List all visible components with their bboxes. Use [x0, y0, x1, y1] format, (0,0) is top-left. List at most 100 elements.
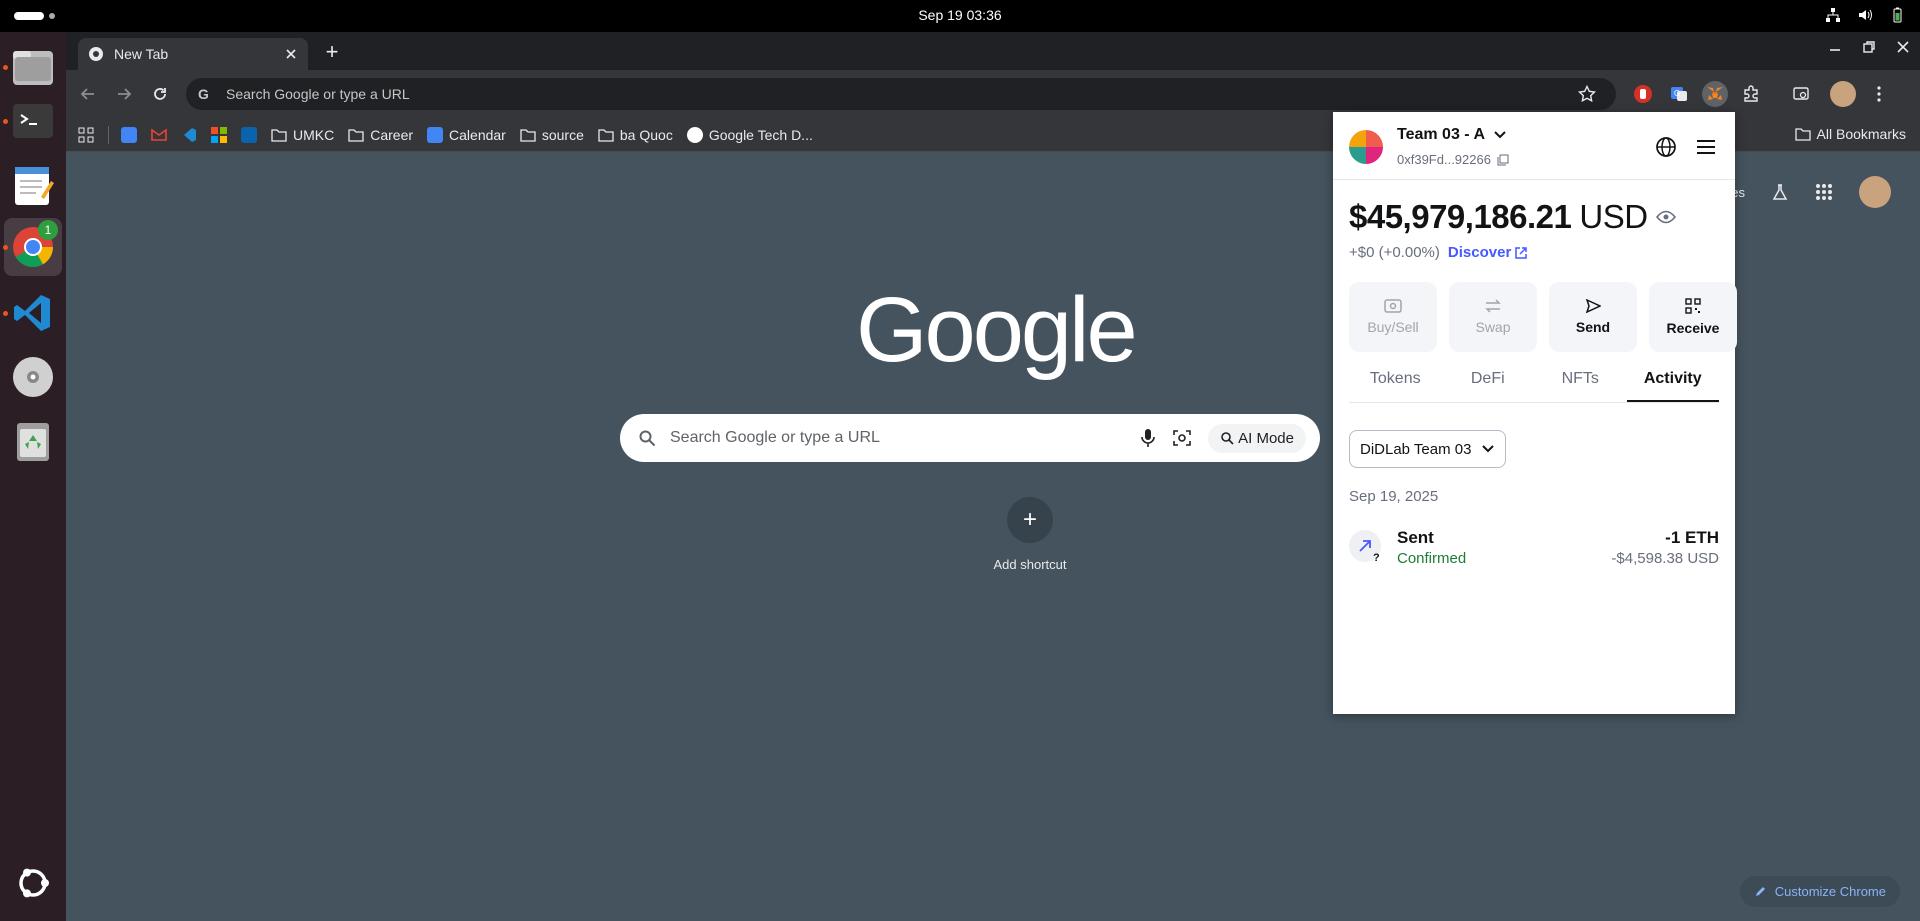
bookmark-label: Career [370, 126, 414, 143]
browser-toolbar: G Search Google or type a URL G [66, 70, 1920, 118]
chrome-favicon-icon [89, 47, 103, 61]
ai-mode-button[interactable]: AI Mode [1208, 423, 1306, 453]
bookmark-ba-quoc[interactable]: ba Quoc [598, 127, 673, 143]
bookmark-career[interactable]: Career [348, 127, 413, 143]
receive-button[interactable]: Receive [1649, 282, 1737, 352]
bookmark-label: source [541, 126, 584, 143]
metamask-fox-icon[interactable] [1702, 81, 1728, 107]
account-identicon [1349, 130, 1383, 164]
google-lens-icon[interactable] [1172, 428, 1192, 448]
transaction-row[interactable]: ? Sent Confirmed -1 ETH -$4,598.38 USD [1349, 524, 1719, 572]
account-avatar[interactable] [1858, 176, 1891, 208]
chevron-down-icon [1494, 131, 1506, 139]
bookmarks-separator [108, 125, 109, 144]
profile-avatar[interactable] [1830, 81, 1856, 107]
balance-change: +$0 (+0.00%) Discover [1349, 244, 1528, 261]
dock-files[interactable] [3, 38, 62, 96]
apps-grid-icon[interactable] [78, 127, 94, 143]
swap-icon [1485, 299, 1501, 313]
metamask-popup: Team 03 - A 0xf39Fd...92266 $45,979,186.… [1333, 112, 1737, 714]
network-icon[interactable] [1824, 6, 1842, 24]
folder-icon [520, 128, 536, 142]
vscode-icon [14, 295, 50, 331]
outlook-bookmark-icon[interactable] [241, 126, 257, 143]
tab-nfts[interactable]: NFTs [1534, 360, 1627, 402]
running-indicator [3, 311, 8, 316]
files-icon [13, 51, 53, 85]
ntp-search-box[interactable]: Search Google or type a URL AI Mode [620, 414, 1320, 462]
volume-icon[interactable] [1856, 6, 1874, 24]
folder-icon [348, 128, 364, 142]
reload-icon [154, 88, 166, 100]
tab-defi[interactable]: DeFi [1442, 360, 1535, 402]
globe-icon[interactable] [1655, 136, 1677, 158]
bookmark-star-icon[interactable] [1578, 85, 1596, 103]
dock-disc[interactable] [4, 348, 62, 406]
bookmark-umkc[interactable]: UMKC [271, 127, 334, 143]
account-address[interactable]: 0xf39Fd...92266 [1397, 152, 1509, 167]
battery-icon[interactable] [1888, 6, 1906, 24]
forward-button[interactable] [112, 82, 136, 106]
extensions-area: G [1630, 78, 1892, 110]
system-tray[interactable] [1824, 6, 1906, 24]
all-bookmarks-label: All Bookmarks [1816, 126, 1906, 142]
tab-tokens[interactable]: Tokens [1349, 360, 1442, 402]
google-icon [686, 126, 703, 143]
folder-icon [1794, 128, 1811, 141]
bookmark-google-tech[interactable]: Google Tech D... [686, 126, 813, 143]
dock-text-editor[interactable] [4, 156, 62, 214]
dock-chrome[interactable]: 1 [3, 218, 62, 276]
buy-sell-button[interactable]: Buy/Sell [1349, 282, 1437, 352]
dock-trash[interactable] [4, 412, 62, 470]
add-shortcut-tile[interactable]: + Add shortcut [970, 497, 1090, 572]
bookmark-calendar[interactable]: Calendar [427, 126, 506, 143]
network-filter-dropdown[interactable]: DiDLab Team 03 [1349, 430, 1507, 468]
vscode-bookmark-icon[interactable] [181, 127, 197, 143]
microsoft-bookmark-icon[interactable] [211, 126, 227, 143]
microphone-icon[interactable] [1140, 428, 1156, 448]
reload-button[interactable] [148, 82, 172, 106]
metamask-header: Team 03 - A 0xf39Fd...92266 [1333, 112, 1735, 180]
stop-hand-extension-icon[interactable] [1630, 81, 1656, 107]
ntp-header-links: ges [1724, 176, 1891, 208]
minimize-icon[interactable] [1828, 40, 1842, 54]
external-link-icon [1515, 246, 1528, 259]
restore-icon[interactable] [1862, 40, 1876, 54]
address-bar[interactable]: G Search Google or type a URL [186, 78, 1616, 110]
close-tab-icon[interactable] [284, 47, 298, 61]
labs-flask-icon[interactable] [1771, 183, 1789, 201]
bookmark-source[interactable]: source [520, 127, 584, 143]
dock: 1 [0, 32, 66, 921]
translate-bookmark-icon[interactable] [121, 126, 137, 143]
clock[interactable]: Sep 19 03:36 [0, 7, 1920, 23]
swap-button[interactable]: Swap [1449, 282, 1537, 352]
translate-extension-icon[interactable]: G [1666, 81, 1692, 107]
network-filter-label: DiDLab Team 03 [1360, 440, 1472, 458]
close-window-icon[interactable] [1896, 40, 1910, 54]
folder-icon [598, 128, 614, 142]
customize-chrome-button[interactable]: Customize Chrome [1739, 876, 1900, 907]
eye-icon[interactable] [1655, 210, 1676, 224]
all-bookmarks-button[interactable]: All Bookmarks [1794, 126, 1906, 142]
buy-sell-icon [1384, 299, 1402, 313]
send-button[interactable]: Send [1549, 282, 1637, 352]
tab-search-icon[interactable] [1788, 81, 1814, 107]
extensions-puzzle-icon[interactable] [1738, 81, 1764, 107]
new-tab-button[interactable]: + [320, 39, 344, 64]
dock-terminal[interactable] [3, 92, 62, 150]
tab-activity[interactable]: Activity [1626, 360, 1719, 402]
back-arrow-icon [80, 88, 94, 100]
bookmark-label: Google Tech D... [708, 126, 813, 143]
discover-link[interactable]: Discover [1448, 244, 1528, 261]
hamburger-menu-icon[interactable] [1695, 136, 1717, 158]
account-selector[interactable]: Team 03 - A [1397, 126, 1507, 144]
google-apps-icon[interactable] [1815, 183, 1833, 201]
chrome-menu-icon[interactable] [1866, 81, 1892, 107]
show-apps-button[interactable] [4, 854, 62, 912]
gmail-bookmark-icon[interactable] [151, 127, 167, 142]
forward-arrow-icon [118, 88, 132, 100]
dock-vscode[interactable] [3, 284, 62, 342]
browser-tab[interactable]: New Tab [78, 38, 308, 70]
receive-label: Receive [1666, 320, 1720, 336]
back-button[interactable] [76, 82, 100, 106]
